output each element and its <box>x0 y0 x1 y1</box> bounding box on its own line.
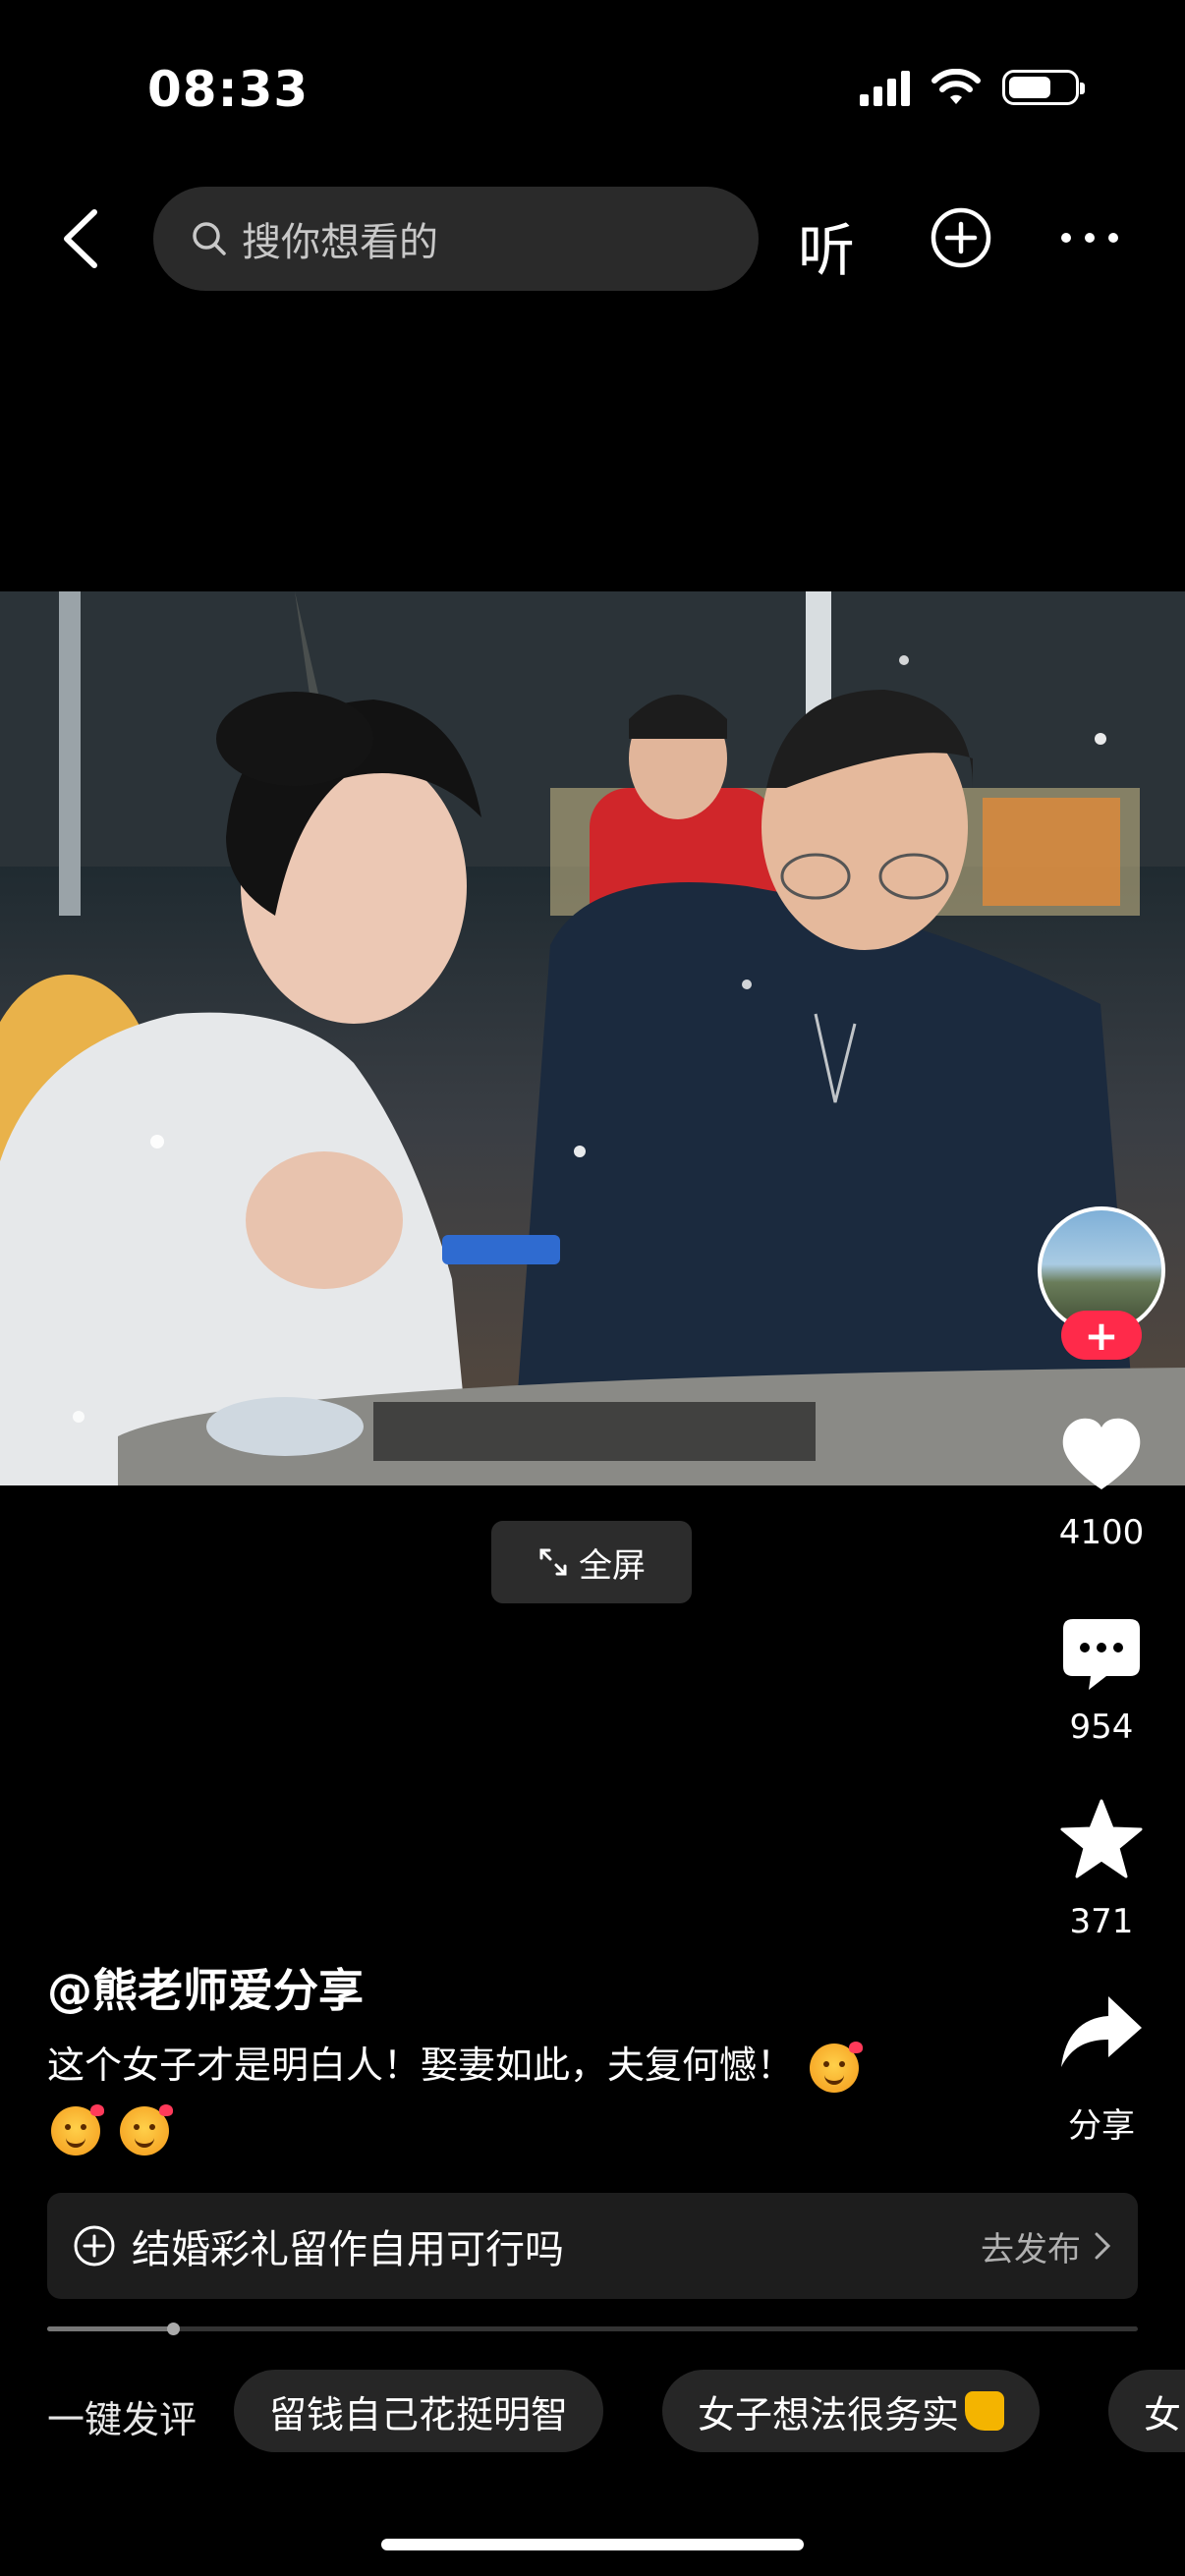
progress-fill <box>47 2326 173 2331</box>
comment-icon[interactable] <box>1059 1611 1144 1696</box>
more-options-icon[interactable] <box>1057 216 1122 259</box>
add-circle-icon[interactable] <box>930 206 992 269</box>
follow-button[interactable]: + <box>1061 1311 1142 1360</box>
post-caption: 这个女子才是明白人！娶妻如此，夫复何憾！ <box>47 2034 951 2159</box>
progress-knob[interactable] <box>166 2323 180 2335</box>
smiling-hearts-emoji-icon <box>120 2103 174 2156</box>
cellular-signal-icon <box>860 69 910 106</box>
quick-comment-chip[interactable]: 留钱自己花挺明智 <box>234 2370 604 2452</box>
back-arrow-icon[interactable] <box>57 206 106 271</box>
fullscreen-button[interactable]: 全屏 <box>491 1521 692 1603</box>
chevron-right-icon <box>1095 2232 1111 2260</box>
home-indicator[interactable] <box>381 2539 804 2550</box>
caption-text: 这个女子才是明白人！娶妻如此，夫复何憾！ <box>47 2044 795 2087</box>
smiling-hearts-emoji-icon <box>51 2103 104 2156</box>
quick-comment-chip[interactable]: 女 <box>1108 2370 1185 2452</box>
search-icon <box>193 222 226 255</box>
share-arrow-icon[interactable] <box>1059 1992 1144 2077</box>
author-name[interactable]: @熊老师爱分享 <box>47 1955 364 2020</box>
quick-comment-label: 一键发评 <box>47 2398 198 2441</box>
status-icons <box>860 69 1085 106</box>
video-progress-bar[interactable] <box>47 2323 1138 2335</box>
video-player[interactable] <box>0 591 1185 1485</box>
topic-publish-bar[interactable]: 结婚彩礼留作自用可行吗 去发布 <box>47 2193 1138 2299</box>
fullscreen-label: 全屏 <box>579 1545 646 1586</box>
video-frame-image <box>0 591 1185 1485</box>
heart-icon[interactable] <box>1059 1413 1144 1497</box>
topic-text: 结婚彩礼留作自用可行吗 <box>132 2227 564 2272</box>
battery-icon <box>1002 70 1085 105</box>
search-bar[interactable]: 搜你想看的 <box>153 187 759 291</box>
wifi-icon <box>931 69 981 104</box>
expand-icon <box>539 1548 567 1576</box>
star-icon[interactable] <box>1059 1798 1144 1882</box>
like-count: 4100 <box>1058 1513 1145 1552</box>
add-circle-icon <box>74 2225 115 2267</box>
thumbs-up-icon <box>965 2391 1005 2431</box>
share-label: 分享 <box>1068 2106 1135 2146</box>
search-placeholder: 搜你想看的 <box>242 220 438 265</box>
comment-count: 954 <box>1069 1708 1134 1747</box>
smiling-hearts-emoji-icon <box>810 2041 864 2093</box>
favorite-count: 371 <box>1069 1902 1134 1941</box>
listen-button[interactable]: 听 <box>798 204 855 287</box>
quick-comment-chip[interactable]: 女子想法很务实 <box>662 2370 1041 2452</box>
status-time: 08:33 <box>147 61 310 118</box>
publish-link[interactable]: 去发布 <box>981 2222 1081 2270</box>
